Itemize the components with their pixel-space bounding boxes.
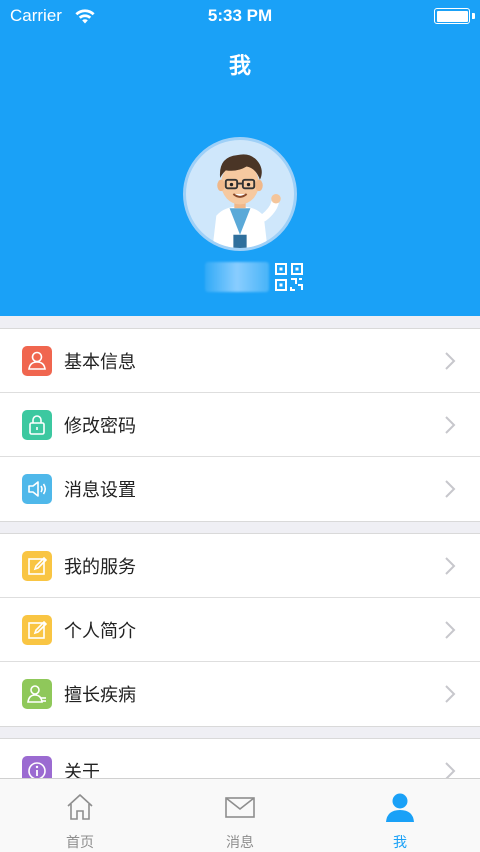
menu-item-change-password[interactable]: 修改密码 [0, 393, 480, 457]
tab-me[interactable]: 我 [320, 779, 480, 852]
menu-item-personal-intro[interactable]: 个人简介 [0, 598, 480, 662]
menu-item-basic-info[interactable]: 基本信息 [0, 329, 480, 393]
menu-item-label: 消息设置 [64, 480, 136, 501]
menu-item-my-services[interactable]: 我的服务 [0, 534, 480, 598]
doctor-name-blurred [205, 262, 269, 292]
home-icon [67, 794, 93, 820]
chevron-right-icon [445, 416, 456, 434]
page-title: 我 [228, 54, 251, 79]
battery-icon [434, 8, 470, 24]
menu-item-label: 擅长疾病 [64, 685, 136, 706]
chevron-right-icon [445, 621, 456, 639]
avatar[interactable] [183, 137, 297, 251]
chevron-right-icon [445, 685, 456, 703]
menu-item-label: 基本信息 [64, 352, 136, 373]
lock-icon [22, 410, 52, 440]
menu-item-label: 个人简介 [64, 621, 136, 642]
tab-home[interactable]: 首页 [0, 779, 160, 852]
qr-code-icon[interactable] [275, 263, 303, 291]
status-time: 5:33 PM [207, 6, 273, 25]
tab-bar: 首页 消息 我 [0, 778, 480, 852]
edit-icon [22, 551, 52, 581]
user-card-icon [22, 679, 52, 709]
tab-label: 消息 [226, 835, 254, 851]
tab-label: 我 [393, 835, 407, 851]
tab-messages[interactable]: 消息 [160, 779, 320, 852]
menu-item-label: 修改密码 [64, 416, 136, 437]
status-bar: Carrier 5:33 PM [0, 0, 480, 32]
tab-label: 首页 [66, 835, 94, 851]
chevron-right-icon [445, 557, 456, 575]
chevron-right-icon [445, 352, 456, 370]
menu-item-message-settings[interactable]: 消息设置 [0, 457, 480, 521]
person-icon [386, 793, 414, 822]
doctor-avatar-illustration [212, 154, 281, 248]
edit-icon [22, 615, 52, 645]
battery-tip [472, 13, 475, 19]
profile-header: Carrier 5:33 PM 我 [0, 0, 480, 316]
menu-group-account: 基本信息 修改密码 消息设置 [0, 328, 480, 522]
menu-item-label: 我的服务 [64, 557, 136, 578]
speaker-icon [22, 474, 52, 504]
menu-group-profile: 我的服务 个人简介 擅长疾病 [0, 533, 480, 727]
menu-item-specialty-diseases[interactable]: 擅长疾病 [0, 662, 480, 726]
user-card-icon [22, 346, 52, 376]
mail-icon [225, 797, 255, 818]
chevron-right-icon [445, 480, 456, 498]
